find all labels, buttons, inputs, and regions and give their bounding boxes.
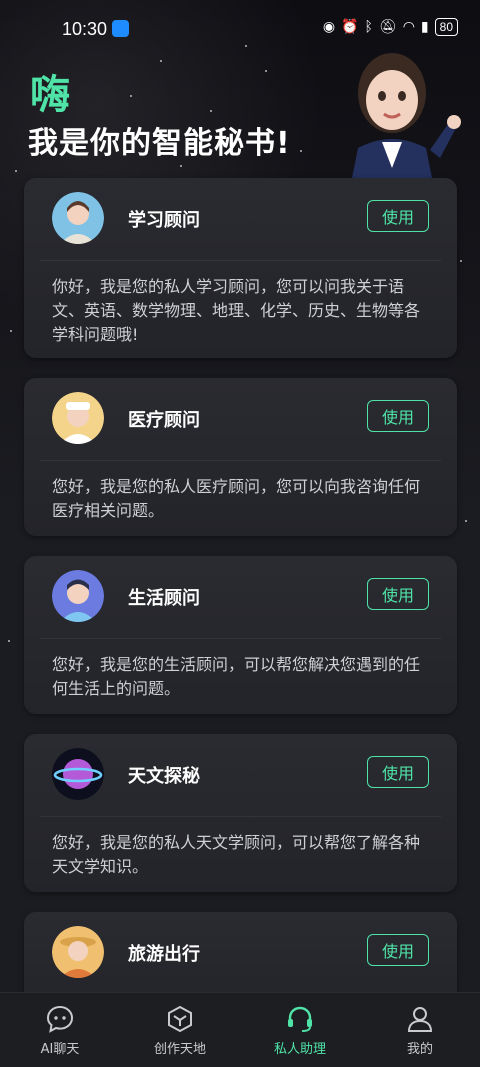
travel-advisor-avatar (52, 926, 104, 978)
status-time: 10:30 (62, 19, 108, 39)
battery-indicator: 80 (434, 18, 458, 36)
nav-item-creation[interactable]: 创作天地 (120, 993, 240, 1067)
status-icons: ◉ ⏰ ᛒ 🔕︎ ◠ ▮ 80 (323, 18, 458, 36)
medical-advisor-avatar (52, 392, 104, 444)
headline: 我是你的智能秘书! (28, 126, 291, 161)
use-button-travel[interactable]: 使用 (367, 934, 429, 966)
study-advisor-avatar (52, 192, 104, 244)
use-button-life[interactable]: 使用 (367, 578, 429, 610)
cloud-icon (112, 20, 129, 37)
card-description: 您好，我是您的生活顾问，可以帮您解决您遇到的任何生活上的问题。 (40, 638, 441, 719)
bottom-navigation: AI聊天 创作天地 私人助理 我的 (0, 992, 480, 1067)
card-title: 生活顾问 (128, 588, 200, 609)
nav-label: 私人助理 (273, 1041, 326, 1057)
card-description: 你好，我是您的私人学习顾问，您可以问我关于语文、英语、数学物理、地理、化学、历史… (40, 260, 441, 365)
use-button-astronomy[interactable]: 使用 (367, 756, 429, 788)
alarm-icon: ⏰ (341, 19, 359, 35)
card-title: 天文探秘 (128, 766, 200, 787)
use-button-medical[interactable]: 使用 (367, 400, 429, 432)
advisor-card-astronomy: 天文探秘 使用 您好，我是您的私人天文学顾问，可以帮您了解各种天文学知识。 (24, 734, 457, 892)
headset-icon (288, 1006, 312, 1032)
card-title: 旅游出行 (128, 944, 200, 965)
advisor-card-study: 学习顾问 使用 你好，我是您的私人学习顾问，您可以问我关于语文、英语、数学物理、… (24, 178, 457, 358)
nav-label: 我的 (406, 1041, 433, 1057)
advisor-card-medical: 医疗顾问 使用 您好，我是您的私人医疗顾问，您可以向我咨询任何医疗相关问题。 (24, 378, 457, 536)
nav-item-mine[interactable]: 我的 (360, 993, 480, 1067)
nav-label: AI聊天 (40, 1041, 80, 1057)
card-description: 您好，我是您的私人天文学顾问，可以帮您了解各种天文学知识。 (40, 816, 441, 897)
astronomy-advisor-avatar (52, 748, 104, 800)
nav-label: 创作天地 (153, 1041, 206, 1057)
greeting-title: 嗨 (30, 72, 71, 118)
bluetooth-icon: ᛒ (364, 19, 373, 35)
signal-icon: ▮ (420, 19, 429, 35)
card-title: 学习顾问 (128, 210, 200, 231)
card-title: 医疗顾问 (128, 410, 200, 431)
cube-icon (168, 1005, 192, 1032)
life-advisor-avatar (52, 570, 104, 622)
advisor-card-life: 生活顾问 使用 您好，我是您的生活顾问，可以帮您解决您遇到的任何生活上的问题。 (24, 556, 457, 714)
wifi-icon: ◠ (402, 19, 415, 35)
card-description: 您好，我是您的私人医疗顾问，您可以向我咨询任何医疗相关问题。 (40, 460, 441, 541)
eye-icon: ◉ (322, 19, 336, 35)
chat-bubble-icon (46, 1005, 74, 1033)
nav-item-private-assistant[interactable]: 私人助理 (240, 993, 360, 1067)
mute-icon: 🔕︎ (378, 19, 397, 35)
assistant-mascot-icon (350, 53, 461, 188)
person-icon (407, 1006, 433, 1032)
nav-item-ai-chat[interactable]: AI聊天 (0, 993, 120, 1067)
use-button-study[interactable]: 使用 (367, 200, 429, 232)
